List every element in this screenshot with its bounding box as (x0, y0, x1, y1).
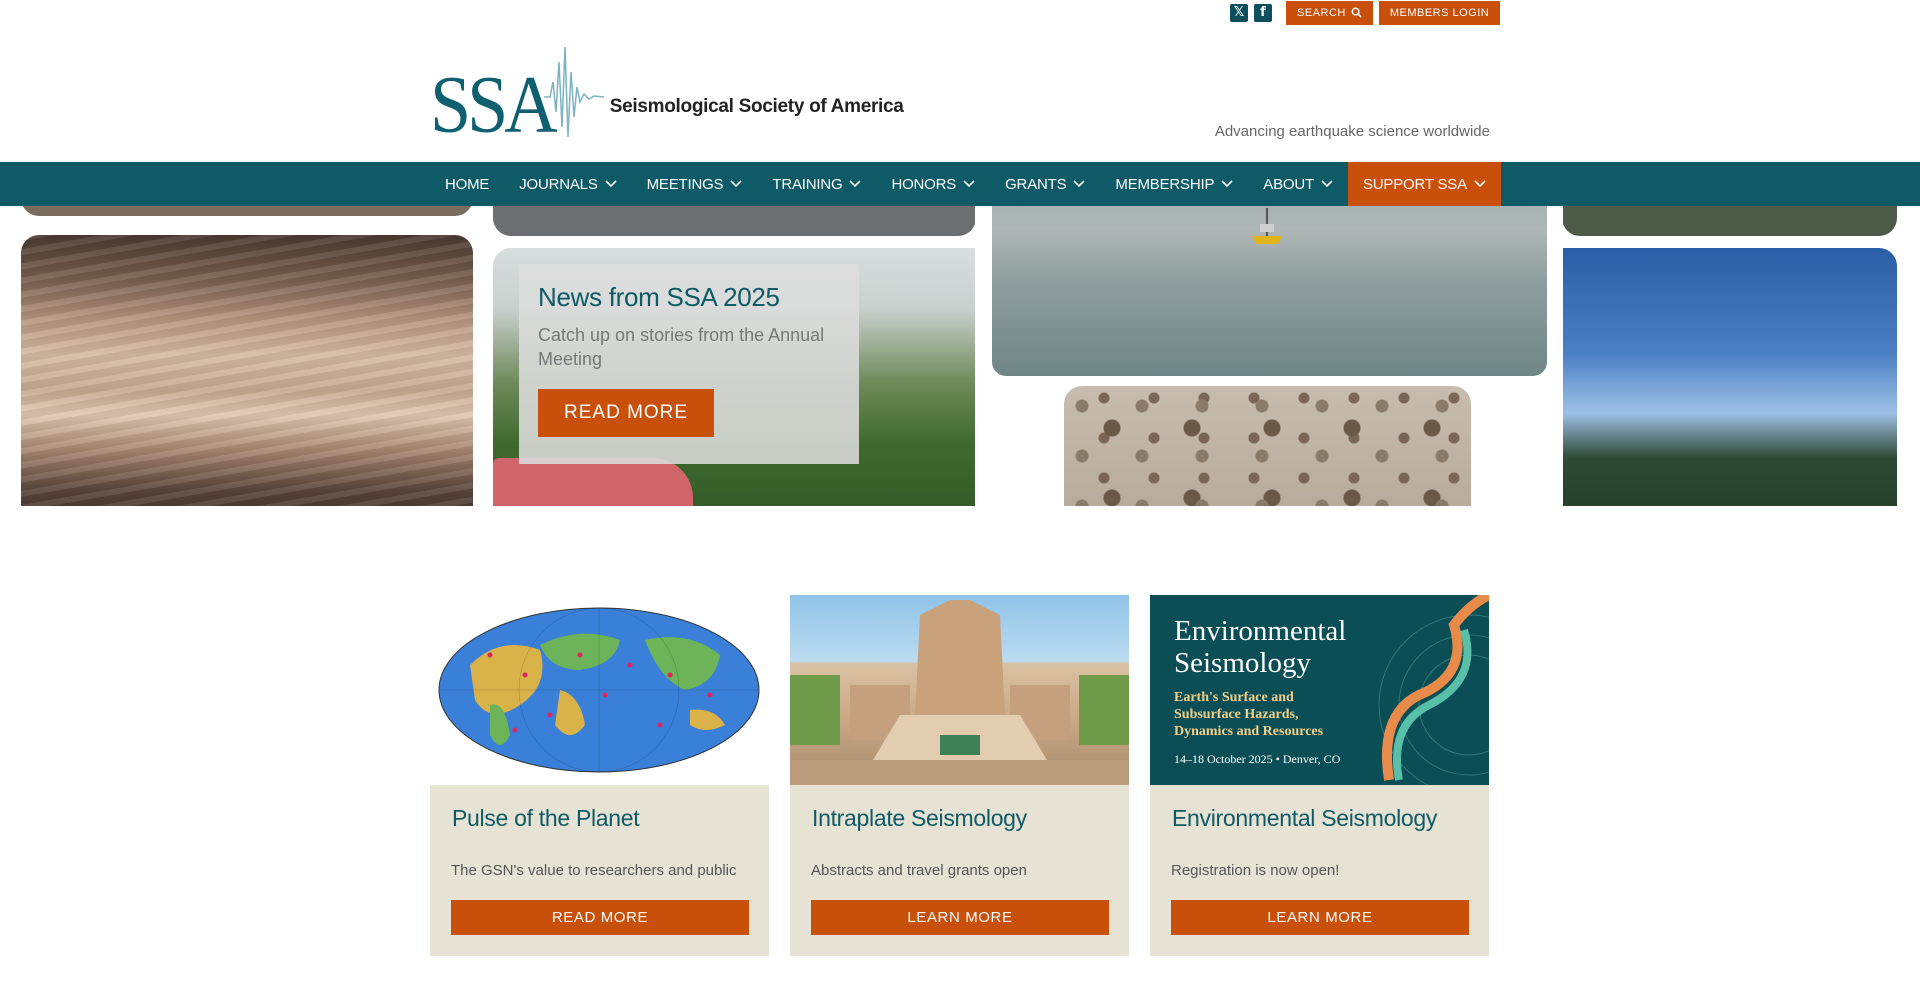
nav-item-honors[interactable]: HONORS (876, 162, 990, 206)
hero-subtitle: Catch up on stories from the Annual Meet… (538, 325, 825, 369)
chevron-down-icon (849, 180, 862, 188)
logo-name: Seismological Society of America (609, 96, 904, 117)
card-title[interactable]: Intraplate Seismology (812, 805, 1027, 832)
card-description: Abstracts and travel grants open (811, 862, 1027, 879)
main-nav: HOME JOURNALS MEETINGS TRAINING HONORS G… (0, 162, 1920, 206)
card-description: Registration is now open! (1171, 862, 1340, 879)
feature-card-environmental: Environmental Seismology Earth's Surface… (1150, 595, 1489, 956)
chevron-down-icon (1073, 180, 1085, 188)
nav-item-membership[interactable]: MEMBERSHIP (1100, 162, 1248, 206)
x-twitter-icon[interactable]: 𝕏 (1230, 3, 1248, 22)
social-links: 𝕏 f (1230, 3, 1272, 22)
read-more-button[interactable]: READ MORE (451, 900, 749, 935)
nav-items: HOME JOURNALS MEETINGS TRAINING HONORS G… (430, 162, 1501, 206)
hero-photo (21, 206, 473, 216)
environmental-seismology-banner[interactable]: Environmental Seismology Earth's Surface… (1150, 595, 1489, 785)
learn-more-button[interactable]: LEARN MORE (1171, 900, 1469, 935)
nav-item-label: HOME (445, 175, 490, 193)
chevron-down-icon (605, 180, 617, 188)
feature-cards: Pulse of the Planet The GSN's value to r… (430, 595, 1489, 956)
search-label: SEARCH (1297, 6, 1346, 19)
chevron-down-icon (1221, 180, 1233, 188)
tagline: Advancing earthquake science worldwide (1214, 123, 1490, 140)
nav-item-label: TRAINING (772, 175, 843, 193)
nav-item-home[interactable]: HOME (430, 162, 504, 206)
nav-item-training[interactable]: TRAINING (757, 162, 876, 206)
nav-item-label: MEETINGS (646, 175, 724, 193)
nav-item-meetings[interactable]: MEETINGS (632, 162, 758, 206)
search-icon (1351, 7, 1362, 18)
hero-photo (1562, 206, 1897, 236)
chevron-down-icon (1474, 180, 1486, 188)
card-description: The GSN's value to researchers and publi… (451, 862, 737, 879)
facebook-icon[interactable]: f (1254, 3, 1272, 22)
hero-photo-gravel (1064, 386, 1471, 506)
utility-bar: 𝕏 f SEARCH MEMBERS LOGIN (1230, 0, 1501, 25)
hero-read-more-button[interactable]: READ MORE (538, 389, 715, 437)
hero-title: News from SSA 2025 (538, 282, 780, 312)
hero-photo-rock-layers (21, 235, 473, 506)
nav-item-label: MEMBERSHIP (1115, 175, 1215, 193)
members-login-button[interactable]: MEMBERS LOGIN (1378, 0, 1501, 25)
page: 𝕏 f SEARCH MEMBERS LOGIN SSA Seismologic… (0, 0, 1920, 993)
logo-mark: SSA (430, 59, 558, 151)
learn-more-button[interactable]: LEARN MORE (811, 900, 1109, 935)
search-button[interactable]: SEARCH (1286, 0, 1373, 25)
boat-icon (1252, 208, 1282, 244)
nav-item-about[interactable]: ABOUT (1248, 162, 1348, 206)
nav-item-label: HONORS (891, 175, 957, 193)
feature-card-pulse: Pulse of the Planet The GSN's value to r… (430, 595, 769, 956)
hero-collage: News from SSA 2025 Catch up on stories f… (0, 206, 1920, 506)
card-title[interactable]: Pulse of the Planet (452, 805, 640, 832)
nav-item-label: ABOUT (1263, 175, 1314, 193)
chevron-down-icon (963, 180, 975, 188)
hero-news-card: News from SSA 2025 Catch up on stories f… (519, 264, 859, 464)
nav-item-label: GRANTS (1005, 175, 1067, 193)
wave-decoration-icon (1378, 595, 1489, 785)
world-map-graphic (438, 607, 760, 773)
nav-item-support-ssa[interactable]: SUPPORT SSA (1347, 162, 1501, 206)
temple-graphic (790, 600, 1129, 785)
nav-item-label: JOURNALS (519, 175, 598, 193)
nav-item-label: SUPPORT SSA (1362, 175, 1467, 193)
chevron-down-icon (1321, 180, 1333, 188)
nav-item-journals[interactable]: JOURNALS (504, 162, 631, 206)
site-logo[interactable]: SSA Seismological Society of America (430, 42, 904, 151)
hero-photo (493, 206, 976, 236)
card-title[interactable]: Environmental Seismology (1172, 805, 1437, 832)
temple-photo[interactable] (790, 595, 1129, 785)
world-seismicity-map-image[interactable] (430, 595, 769, 785)
members-login-label: MEMBERS LOGIN (1389, 6, 1490, 19)
feature-card-intraplate: Intraplate Seismology Abstracts and trav… (790, 595, 1129, 956)
nav-item-grants[interactable]: GRANTS (990, 162, 1100, 206)
chevron-down-icon (730, 180, 742, 188)
